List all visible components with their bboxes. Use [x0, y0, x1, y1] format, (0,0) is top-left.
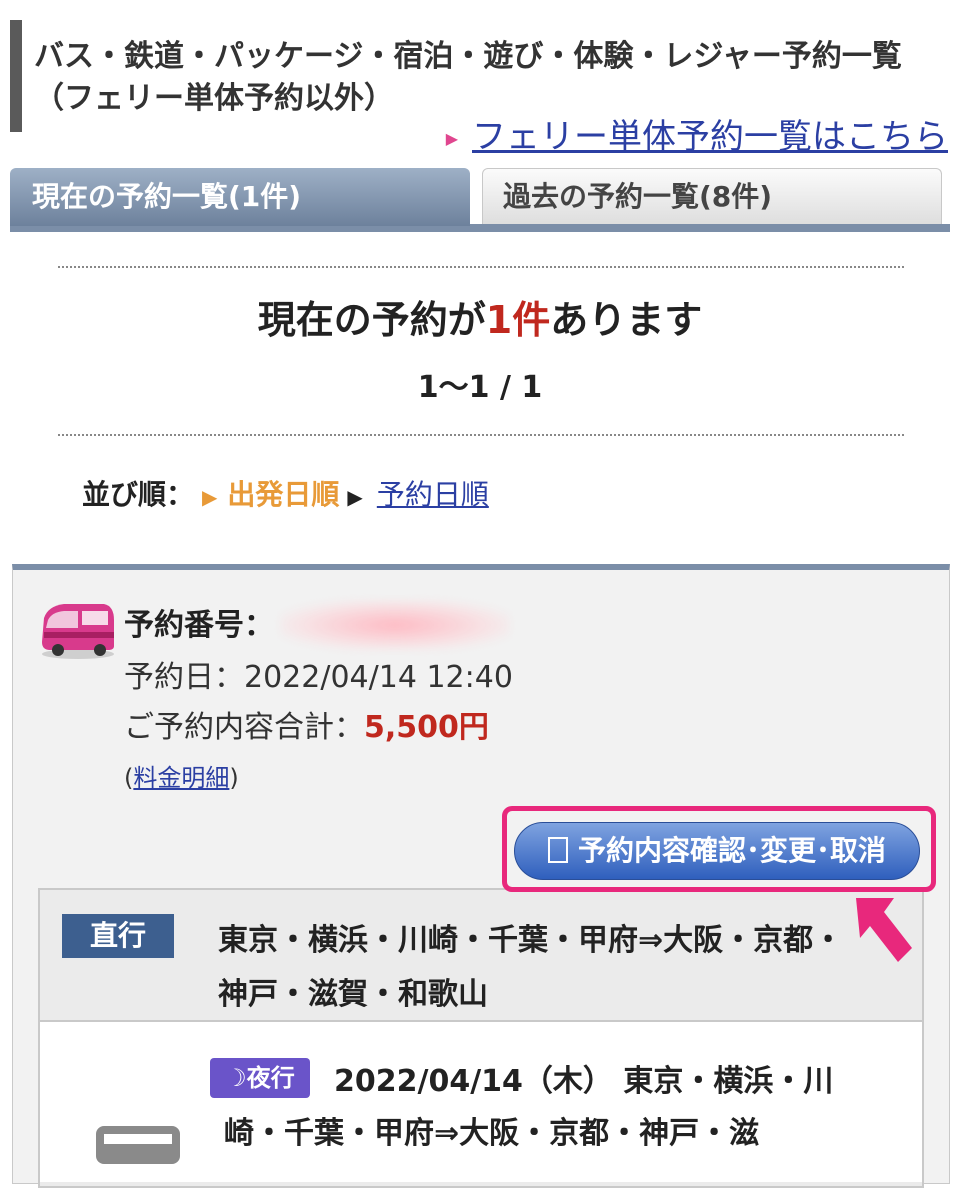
- sort-by-departure: 出発日順: [227, 478, 340, 511]
- overnight-badge: ☽夜行: [210, 1058, 310, 1098]
- bus-icon: [42, 604, 114, 659]
- reservation-count-message: 現在の予約が1件あります: [257, 298, 703, 342]
- dotted-divider: [58, 434, 904, 436]
- page-title: バス・鉄道・パッケージ・宿泊・遊び・体験・レジャー予約一覧（フェリー単体予約以外…: [34, 39, 902, 116]
- dotted-divider: [58, 266, 904, 268]
- bus-icon: [96, 1126, 180, 1164]
- trip-summary: 2022/04/14（木） 東京・横浜・川崎・千葉・甲府⇒大阪・京都・神戸・滋: [224, 1064, 834, 1151]
- triangle-right-icon: ▶: [202, 485, 218, 509]
- highlight-frame: [502, 806, 936, 892]
- triangle-bullet-icon: ▶: [445, 128, 458, 148]
- reservation-date: 予約日：2022/04/14 12:40: [124, 660, 513, 695]
- reservation-number-label: 予約番号：: [124, 608, 274, 643]
- reservation-count: 1件: [485, 298, 551, 342]
- tab-past-reservations[interactable]: 過去の予約一覧(8件): [482, 168, 942, 224]
- direct-badge: 直行: [62, 914, 174, 958]
- sort-by-reservation-date-link[interactable]: 予約日順: [377, 478, 489, 511]
- triangle-right-icon: ▶: [347, 485, 363, 509]
- reservation-total: ご予約内容合計：5,500円: [124, 710, 489, 745]
- tab-current-reservations[interactable]: 現在の予約一覧(1件): [10, 168, 470, 226]
- ferry-link-row[interactable]: ▶ フェリー単体予約一覧はこちら: [446, 114, 948, 162]
- total-price: 5,500円: [364, 710, 489, 745]
- fee-detail-link[interactable]: 料金明細: [133, 764, 229, 792]
- sort-order-row: 並び順： ▶ 出発日順 ▶ 予約日順: [82, 470, 489, 522]
- fee-detail-row: (料金明細): [124, 764, 239, 792]
- redacted-reservation-number: [280, 600, 510, 650]
- paging-indicator: 1〜1 / 1: [417, 370, 543, 405]
- sort-label: 並び順：: [82, 478, 195, 511]
- moon-icon: ☽: [225, 1064, 247, 1092]
- ferry-reservations-link[interactable]: フェリー単体予約一覧はこちら: [472, 117, 948, 157]
- title-accent-bar: [10, 20, 22, 132]
- route-summary: 東京・横浜・川崎・千葉・甲府⇒大阪・京都・神戸・滋賀・和歌山: [218, 923, 844, 1012]
- pointer-arrow-icon: [856, 898, 912, 962]
